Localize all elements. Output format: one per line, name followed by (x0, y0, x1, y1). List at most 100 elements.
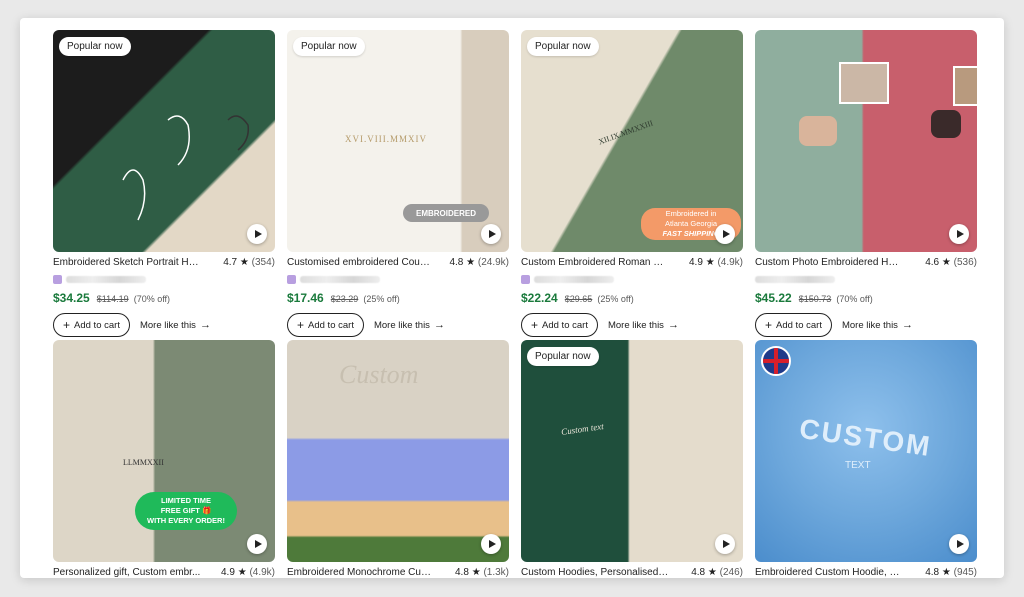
plus-icon: + (765, 318, 773, 332)
price-row: $34.25 $114.19 (70% off) (53, 291, 275, 305)
photo-inset (839, 62, 889, 104)
rating: 4.8 ★ (945) (925, 567, 977, 578)
play-icon[interactable] (715, 534, 735, 554)
product-title[interactable]: Embroidered Sketch Portrait Ho... (53, 257, 201, 268)
review-count: (24.9k) (477, 257, 509, 268)
product-card[interactable]: Popular now Embroidered Sketch Portrait … (53, 30, 275, 337)
add-to-cart-label: Add to cart (776, 319, 822, 331)
rating-value: 4.8 (455, 567, 469, 578)
more-like-this-link[interactable]: More like this → (842, 319, 913, 331)
seller-info (755, 273, 977, 285)
original-price: $150.73 (798, 294, 832, 304)
review-count: (4.9k) (717, 257, 743, 268)
gift-overlay: LIMITED TIME FREE GIFT 🎁 WITH EVERY ORDE… (135, 492, 237, 530)
embroidered-subtext: TEXT (845, 460, 871, 471)
product-image[interactable]: LLMMXXII LIMITED TIME FREE GIFT 🎁 WITH E… (53, 340, 275, 562)
review-count: (1.3k) (483, 567, 509, 578)
review-count: (536) (953, 257, 977, 268)
product-card[interactable]: XII.IX.MMXXIII Popular now Embroidered i… (521, 30, 743, 337)
original-price: $29.65 (564, 294, 593, 304)
seller-info (521, 273, 743, 285)
more-like-this-label: More like this (841, 319, 898, 331)
add-to-cart-button[interactable]: + Add to cart (521, 313, 598, 337)
price-row: $22.24 $29.65 (25% off) (521, 291, 743, 305)
rating: 4.7 ★ (354) (223, 257, 275, 268)
seller-name-blurred (300, 275, 380, 283)
play-icon[interactable] (481, 224, 501, 244)
product-card[interactable]: Custom Embroidered Monochrome Cust... 4.… (287, 340, 509, 578)
product-title[interactable]: Embroidered Custom Hoodie, P... (755, 567, 903, 578)
product-image[interactable]: XVI.VIII.MMXIV Popular now EMBROIDERED (287, 30, 509, 252)
product-card[interactable]: CUSTOM TEXT Embroidered Custom Hoodie, P… (755, 340, 977, 578)
play-icon[interactable] (481, 534, 501, 554)
product-image[interactable]: Popular now (53, 30, 275, 252)
product-title[interactable]: Custom Photo Embroidered Hoo... (755, 257, 903, 268)
embroidered-text: XVI.VIII.MMXIV (345, 134, 427, 144)
rating: 4.8 ★ (1.3k) (455, 567, 509, 578)
star-icon: ★ (466, 257, 476, 268)
rating-value: 4.8 (691, 567, 706, 578)
rating: 4.8 ★ (24.9k) (449, 257, 509, 268)
add-to-cart-button[interactable]: + Add to cart (287, 313, 364, 337)
shop-icon (287, 274, 296, 284)
uk-flag-icon (761, 346, 791, 376)
play-icon[interactable] (949, 224, 969, 244)
overlay-line: LIMITED TIME (161, 496, 211, 505)
shop-icon (53, 274, 62, 284)
overlay-line: FREE GIFT 🎁 (160, 506, 212, 515)
product-title[interactable]: Customised embroidered Coupl... (287, 257, 435, 268)
seller-name-blurred (755, 275, 835, 283)
product-image[interactable]: Custom text Popular now (521, 340, 743, 562)
play-icon[interactable] (247, 534, 267, 554)
product-card[interactable]: LLMMXXII LIMITED TIME FREE GIFT 🎁 WITH E… (53, 340, 275, 578)
product-card[interactable]: XVI.VIII.MMXIV Popular now EMBROIDERED C… (287, 30, 509, 337)
add-to-cart-label: Add to cart (308, 319, 354, 331)
more-like-this-link[interactable]: More like this → (374, 319, 445, 331)
product-image[interactable] (755, 30, 977, 252)
embroidered-text: Custom (339, 360, 419, 389)
play-icon[interactable] (949, 534, 969, 554)
review-count: (945) (953, 567, 977, 578)
seller-info (287, 273, 509, 285)
product-title[interactable]: Custom Embroidered Roman Nu... (521, 257, 669, 268)
product-title[interactable]: Embroidered Monochrome Cust... (287, 567, 435, 578)
product-card[interactable]: Custom text Popular now Custom Hoodies, … (521, 340, 743, 578)
star-icon: ★ (707, 567, 717, 578)
add-to-cart-button[interactable]: + Add to cart (53, 313, 130, 337)
play-icon[interactable] (247, 224, 267, 244)
rating: 4.9 ★ (4.9k) (221, 567, 275, 578)
arrow-right-icon: → (433, 319, 445, 331)
product-title[interactable]: Custom Hoodies, Personalised N... (521, 567, 669, 578)
original-price: $114.19 (96, 294, 129, 304)
price-row: $45.22 $150.73 (70% off) (755, 291, 977, 305)
overlay-line: WITH EVERY ORDER! (147, 516, 225, 525)
discount: (25% off) (363, 294, 400, 304)
photo-inset (953, 66, 977, 106)
more-like-this-label: More like this (607, 319, 664, 331)
play-icon[interactable] (715, 224, 735, 244)
sale-price: $17.46 (287, 291, 324, 305)
rating-value: 4.7 (223, 257, 238, 268)
product-image[interactable]: CUSTOM TEXT (755, 340, 977, 562)
popular-badge: Popular now (59, 37, 131, 56)
sketch-art (122, 115, 250, 221)
product-image[interactable]: Custom (287, 340, 509, 562)
arrow-right-icon: → (901, 319, 913, 331)
embroidered-overlay: EMBROIDERED (403, 204, 489, 222)
rating-value: 4.9 (689, 257, 703, 268)
star-icon: ★ (941, 567, 951, 578)
star-icon: ★ (941, 257, 951, 268)
rating-value: 4.8 (925, 567, 940, 578)
product-image[interactable]: XII.IX.MMXXIII Popular now Embroidered i… (521, 30, 743, 252)
more-like-this-link[interactable]: More like this → (140, 319, 211, 331)
sale-price: $34.25 (53, 291, 90, 305)
add-to-cart-button[interactable]: + Add to cart (755, 313, 832, 337)
rating-value: 4.6 (925, 257, 940, 268)
overlay-line: Embroidered in (665, 209, 717, 218)
more-like-this-link[interactable]: More like this → (608, 319, 679, 331)
embroidered-text: CUSTOM (797, 412, 934, 463)
product-card[interactable]: Custom Photo Embroidered Hoo... 4.6 ★ (5… (755, 30, 977, 337)
seller-name-blurred (66, 275, 146, 283)
more-like-this-label: More like this (373, 319, 430, 331)
product-title[interactable]: Personalized gift, Custom embr... (53, 567, 201, 578)
